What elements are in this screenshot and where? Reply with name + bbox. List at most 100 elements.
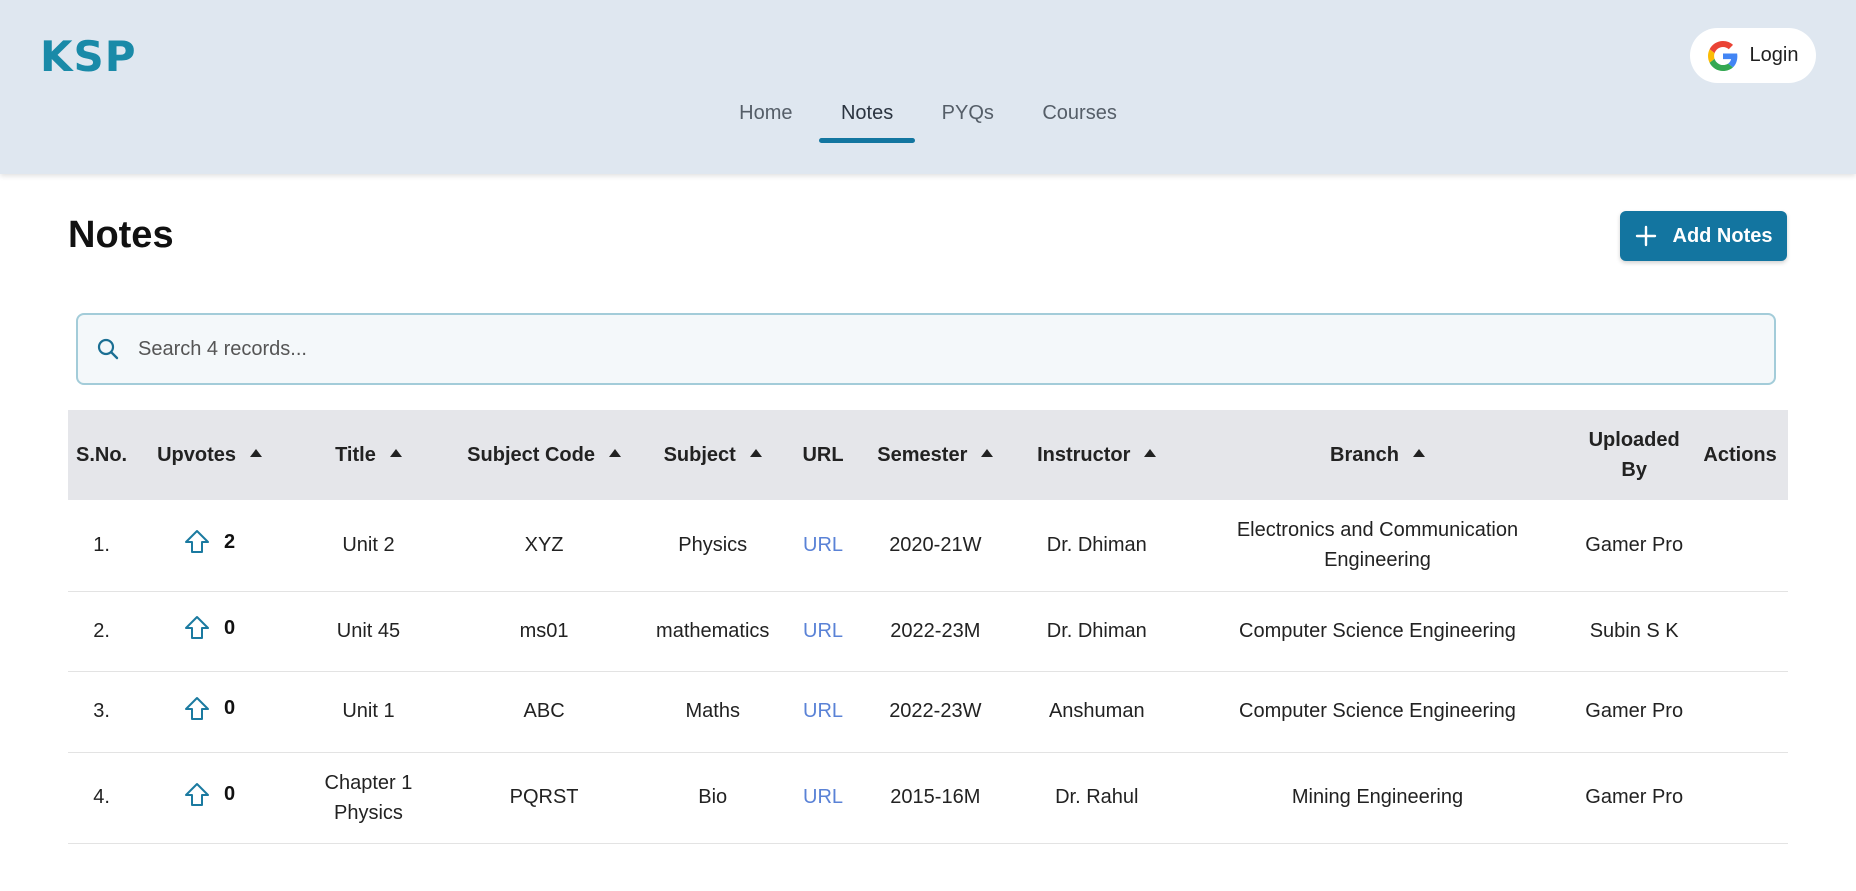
upvote-arrow-icon[interactable] xyxy=(184,615,210,641)
cell-uploaded-by: Gamer Pro xyxy=(1576,752,1693,844)
col-subject-label: Subject xyxy=(663,443,736,466)
cell-instructor: Dr. Dhiman xyxy=(1014,500,1179,592)
cell-title: Unit 1 xyxy=(284,671,453,753)
col-url-label: URL xyxy=(802,443,844,466)
cell-semester: 2022-23W xyxy=(855,671,1015,753)
upvote-count: 0 xyxy=(224,616,236,639)
cell-semester: 2020-21W xyxy=(855,500,1015,592)
col-actions: Actions xyxy=(1692,410,1788,500)
url-link[interactable]: URL xyxy=(803,700,843,722)
nav-notes-label: Notes xyxy=(840,102,894,124)
cell-branch: Computer Science Engineering xyxy=(1178,671,1577,753)
upvote-count: 2 xyxy=(224,530,236,553)
col-url: URL xyxy=(790,410,856,500)
cell-semester: 2015-16M xyxy=(855,752,1015,844)
search-bar xyxy=(76,313,1776,385)
add-notes-button[interactable]: Add Notes xyxy=(1620,211,1787,261)
col-upvotes[interactable]: Upvotes xyxy=(135,410,284,500)
upvote-count: 0 xyxy=(224,697,236,719)
brand-logo[interactable]: KSP xyxy=(40,32,137,81)
cell-upvotes: 0 xyxy=(135,752,284,844)
table-row: 2. 0 Unit 45 ms01 mathematics URL 2022-2… xyxy=(68,591,1788,672)
col-branch-label: Branch xyxy=(1330,443,1399,466)
nav-home[interactable]: Home xyxy=(717,100,814,139)
col-actions-label: Actions xyxy=(1703,443,1777,466)
cell-url: URL xyxy=(790,591,856,672)
upvote-count: 0 xyxy=(224,783,236,805)
cell-branch: Computer Science Engineering xyxy=(1178,591,1577,672)
cell-subject-code: PQRST xyxy=(452,752,636,844)
col-instructor[interactable]: Instructor xyxy=(1015,410,1179,500)
sort-up-icon xyxy=(250,449,263,458)
cell-upvotes: 0 xyxy=(135,591,284,672)
col-branch[interactable]: Branch xyxy=(1179,410,1576,500)
sort-up-icon xyxy=(1412,449,1425,458)
col-sno-label: S.No. xyxy=(76,443,128,466)
cell-upvotes: 2 xyxy=(135,500,284,592)
sort-up-icon xyxy=(981,449,994,458)
search-input[interactable] xyxy=(136,336,1640,362)
login-label: Login xyxy=(1749,44,1799,66)
nav-home-label: Home xyxy=(739,102,793,124)
url-link[interactable]: URL xyxy=(803,620,843,642)
col-upvotes-label: Upvotes xyxy=(157,443,237,466)
col-sno: S.No. xyxy=(68,410,135,500)
nav-pyqs[interactable]: PYQs xyxy=(920,100,1016,139)
upvote-arrow-icon[interactable] xyxy=(184,529,210,555)
cell-uploaded-by: Subin S K xyxy=(1576,591,1693,672)
cell-subject: Maths xyxy=(635,671,791,753)
col-subject[interactable]: Subject xyxy=(635,410,790,500)
cell-subject-code: ms01 xyxy=(452,591,636,672)
upvote-arrow-icon[interactable] xyxy=(184,782,210,808)
nav-notes[interactable]: Notes xyxy=(818,100,916,143)
upvote-arrow-icon[interactable] xyxy=(184,696,210,722)
cell-semester: 2022-23M xyxy=(855,591,1015,672)
cell-actions xyxy=(1692,500,1788,592)
top-header: KSP Home Notes PYQs Courses Login xyxy=(0,0,1856,174)
cell-url: URL xyxy=(790,671,856,753)
url-link[interactable]: URL xyxy=(803,534,843,556)
active-tab-indicator xyxy=(818,138,916,143)
col-semester[interactable]: Semester xyxy=(856,410,1015,500)
nav-courses[interactable]: Courses xyxy=(1020,100,1138,139)
nav-pyqs-label: PYQs xyxy=(941,102,994,124)
table-row: 3. 0 Unit 1 ABC Maths URL 2022-23W Anshu… xyxy=(68,671,1788,753)
cell-branch: Mining Engineering xyxy=(1178,752,1577,844)
nav-courses-label: Courses xyxy=(1042,102,1117,124)
page-title: Notes xyxy=(68,214,174,256)
col-subject-code-label: Subject Code xyxy=(467,443,595,466)
sort-up-icon xyxy=(749,449,762,458)
cell-actions xyxy=(1692,752,1788,844)
col-semester-label: Semester xyxy=(877,443,968,466)
cell-title: Unit 45 xyxy=(284,591,453,672)
plus-icon xyxy=(1635,225,1657,247)
cell-url: URL xyxy=(790,500,856,592)
login-button[interactable]: Login xyxy=(1690,28,1816,83)
cell-subject: Physics xyxy=(635,500,791,592)
cell-sno: 4. xyxy=(68,752,136,844)
cell-actions xyxy=(1692,591,1788,672)
table-header-row: S.No. Upvotes Title Subject Code Subject… xyxy=(68,410,1788,500)
cell-title: Unit 2 xyxy=(284,500,453,592)
main-nav: Home Notes PYQs Courses xyxy=(0,100,1856,143)
title-text: Chapter 1 Physics xyxy=(324,771,413,824)
col-title[interactable]: Title xyxy=(284,410,453,500)
cell-actions xyxy=(1692,671,1788,753)
cell-instructor: Anshuman xyxy=(1014,671,1179,753)
sort-up-icon xyxy=(389,449,402,458)
cell-sno: 2. xyxy=(68,591,136,672)
col-instructor-label: Instructor xyxy=(1037,443,1131,466)
search-icon xyxy=(96,337,120,361)
cell-url: URL xyxy=(790,752,856,844)
add-notes-label: Add Notes xyxy=(1672,224,1773,247)
sort-up-icon xyxy=(1144,449,1157,458)
col-subject-code[interactable]: Subject Code xyxy=(453,410,635,500)
cell-subject: Bio xyxy=(635,752,791,844)
cell-title: Chapter 1 Physics xyxy=(284,752,453,844)
google-icon xyxy=(1707,40,1738,71)
cell-upvotes: 0 xyxy=(135,671,284,753)
cell-subject: mathematics xyxy=(635,591,791,672)
url-link[interactable]: URL xyxy=(803,786,843,808)
cell-uploaded-by: Gamer Pro xyxy=(1576,671,1693,753)
col-uploaded-by: Uploaded By xyxy=(1576,410,1692,500)
